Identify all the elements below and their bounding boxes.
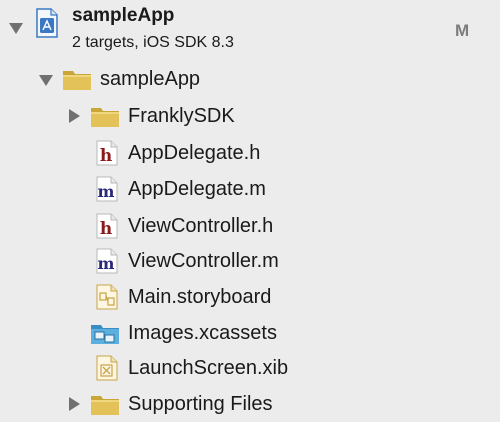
tree-item-label: ViewController.h: [128, 215, 274, 237]
tree-item-supporting-files-group[interactable]: Supporting Files: [0, 389, 500, 419]
xib-file-icon: [96, 355, 118, 386]
folder-icon: [90, 392, 120, 421]
tree-item-viewcontroller-m[interactable]: m ViewController.m: [0, 246, 500, 276]
svg-text:h: h: [100, 219, 112, 239]
tree-item-images-xcassets[interactable]: Images.xcassets: [0, 318, 500, 348]
source-control-modified-badge: M: [455, 21, 470, 40]
folder-icon: [90, 104, 120, 133]
tree-item-appdelegate-m[interactable]: m AppDelegate.m: [0, 174, 500, 204]
tree-item-label: Images.xcassets: [128, 322, 277, 344]
tree-item-appdelegate-h[interactable]: h AppDelegate.h: [0, 138, 500, 168]
tree-item-label: Supporting Files: [128, 393, 273, 415]
project-name: sampleApp: [72, 5, 175, 26]
folder-icon: [62, 67, 92, 96]
project-subtitle: 2 targets, iOS SDK 8.3: [72, 34, 234, 51]
tree-item-label: sampleApp: [100, 68, 201, 90]
implementation-file-icon: m: [96, 176, 118, 207]
tree-item-label: LaunchScreen.xib: [128, 357, 289, 379]
tree-item-sampleapp-group[interactable]: sampleApp: [0, 64, 500, 94]
svg-text:m: m: [98, 254, 115, 273]
tree-item-main-storyboard[interactable]: Main.storyboard: [0, 282, 500, 312]
disclosure-collapsed-icon[interactable]: [66, 396, 82, 412]
tree-item-label: FranklySDK: [128, 105, 235, 127]
tree-item-label: AppDelegate.m: [128, 178, 266, 200]
header-file-icon: h: [96, 213, 118, 244]
header-file-icon: h: [96, 140, 118, 171]
tree-item-launchscreen-xib[interactable]: LaunchScreen.xib: [0, 353, 500, 383]
project-root-row[interactable]: sampleApp 2 targets, iOS SDK 8.3 M: [0, 0, 500, 60]
xcode-project-icon: [36, 8, 58, 43]
disclosure-expanded-icon[interactable]: [8, 20, 24, 36]
asset-catalog-icon: [90, 321, 120, 350]
tree-item-label: AppDelegate.h: [128, 142, 261, 164]
storyboard-file-icon: [96, 284, 118, 315]
tree-item-viewcontroller-h[interactable]: h ViewController.h: [0, 211, 500, 241]
svg-text:h: h: [100, 146, 112, 166]
implementation-file-icon: m: [96, 248, 118, 279]
svg-text:m: m: [98, 182, 115, 201]
tree-item-franklysdk-group[interactable]: FranklySDK: [0, 101, 500, 131]
tree-item-label: Main.storyboard: [128, 286, 272, 308]
tree-item-label: ViewController.m: [128, 250, 279, 272]
disclosure-expanded-icon[interactable]: [38, 72, 54, 88]
disclosure-collapsed-icon[interactable]: [66, 108, 82, 124]
project-navigator: sampleApp 2 targets, iOS SDK 8.3 M sampl…: [0, 0, 500, 422]
